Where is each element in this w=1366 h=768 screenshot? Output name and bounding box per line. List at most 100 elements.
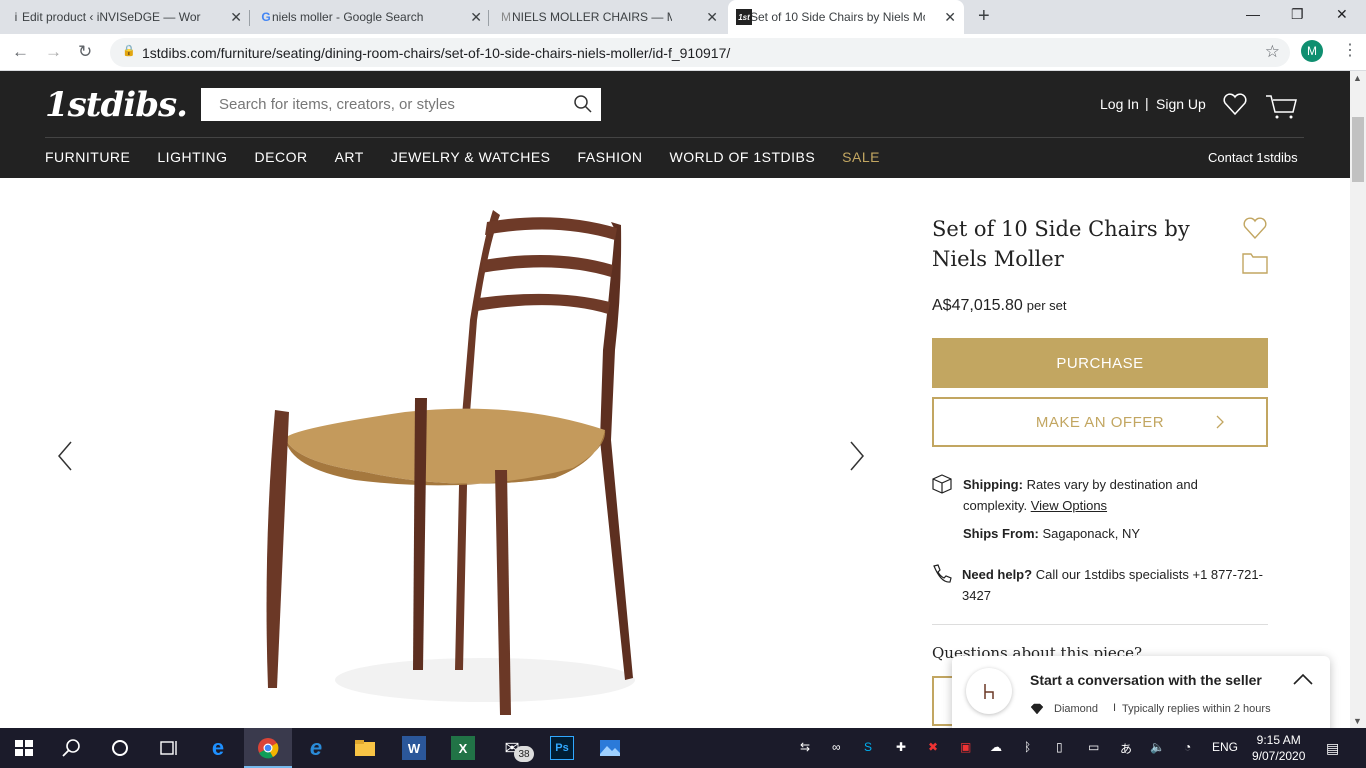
- contact-link[interactable]: Contact 1stdibs: [1208, 150, 1298, 165]
- view-options-link[interactable]: View Options: [1031, 498, 1107, 513]
- nav-fashion[interactable]: FASHION: [578, 149, 643, 169]
- forward-icon[interactable]: →: [45, 42, 62, 62]
- login-link[interactable]: Log In: [1100, 96, 1139, 112]
- nav-world-of-1stdibs[interactable]: WORLD OF 1STDIBS: [669, 149, 815, 169]
- seller-tier: Diamond: [1054, 703, 1099, 715]
- scroll-up-icon[interactable]: ▲: [1353, 73, 1362, 83]
- chrome-icon[interactable]: [256, 736, 280, 760]
- chevron-up-icon[interactable]: [1292, 672, 1314, 686]
- page-scrollbar[interactable]: ▲ ▼: [1350, 71, 1366, 728]
- usb-icon[interactable]: ▯: [1056, 740, 1063, 754]
- favorite-heart-icon[interactable]: [1242, 215, 1268, 241]
- make-offer-button[interactable]: MAKE AN OFFER: [932, 397, 1268, 447]
- back-icon[interactable]: ←: [12, 42, 29, 62]
- tab-title: Set of 10 Side Chairs by Niels Mo: [750, 10, 925, 24]
- tab-separator: [488, 10, 489, 26]
- price-unit: per set: [1026, 298, 1067, 313]
- site-header: 1stdibs. Search for items, creators, or …: [0, 71, 1350, 178]
- nav-art[interactable]: ART: [335, 149, 364, 169]
- nav-decor[interactable]: DECOR: [255, 149, 308, 169]
- input-method-icon[interactable]: あ: [1120, 740, 1132, 757]
- file-explorer-icon[interactable]: [353, 736, 377, 760]
- reload-icon[interactable]: ↻: [78, 42, 92, 62]
- antivirus-shield-icon[interactable]: ✖: [928, 740, 938, 754]
- window-close-icon[interactable]: ✕: [1336, 6, 1348, 23]
- divider: |: [1145, 95, 1149, 111]
- search-icon[interactable]: [573, 94, 593, 114]
- tab-title: Edit product ‹ iNVISeDGE — Wor: [22, 10, 201, 24]
- security-icon[interactable]: ✚: [896, 740, 906, 754]
- new-tab-button[interactable]: +: [978, 5, 990, 28]
- notification-app-icon[interactable]: ▣: [960, 740, 971, 754]
- cortana-icon[interactable]: [108, 736, 132, 760]
- internet-explorer-icon[interactable]: e: [304, 735, 328, 760]
- phone-icon: [933, 564, 952, 583]
- excel-icon[interactable]: X: [451, 736, 475, 760]
- browser-tab[interactable]: M NIELS MOLLER CHAIRS — MATTH ✕: [490, 0, 726, 34]
- browser-tab[interactable]: i Edit product ‹ iNVISeDGE — Wor ✕: [0, 0, 250, 34]
- shipping-info: Shipping: Rates vary by destination and …: [963, 474, 1253, 516]
- wifi-icon[interactable]: ◔: [1184, 740, 1191, 754]
- restore-icon[interactable]: ❐: [1291, 6, 1304, 23]
- nav-furniture[interactable]: FURNITURE: [45, 149, 130, 169]
- profile-avatar[interactable]: M: [1301, 40, 1323, 62]
- windows-start-icon[interactable]: [12, 736, 36, 760]
- seller-chat-widget[interactable]: Start a conversation with the seller Dia…: [952, 656, 1330, 728]
- product-image[interactable]: [255, 200, 645, 720]
- favorites-heart-icon[interactable]: [1222, 91, 1248, 117]
- reply-time: Typically replies within 2 hours: [1122, 703, 1271, 715]
- site-logo[interactable]: 1stdibs.: [45, 85, 188, 125]
- close-icon[interactable]: ✕: [944, 9, 956, 26]
- cart-icon[interactable]: [1265, 92, 1297, 120]
- minimize-icon[interactable]: —: [1246, 6, 1260, 22]
- browser-toolbar: ← → ↻ 🔒 1stdibs.com/furniture/seating/di…: [0, 34, 1366, 71]
- divider: [932, 624, 1268, 625]
- browser-menu-icon[interactable]: ⋮: [1342, 40, 1358, 60]
- seller-avatar: [966, 668, 1012, 714]
- next-image-arrow-icon[interactable]: [847, 440, 867, 472]
- product-page: Set of 10 Side Chairs by Niels Moller A$…: [0, 178, 1350, 728]
- browser-tab[interactable]: G niels moller - Google Search ✕: [250, 0, 490, 34]
- bluetooth-icon[interactable]: ᛒ: [1024, 740, 1031, 754]
- photoshop-icon[interactable]: Ps: [550, 736, 574, 760]
- chat-title[interactable]: Start a conversation with the seller: [1030, 672, 1262, 688]
- photos-icon[interactable]: [598, 736, 622, 760]
- browser-tab-active[interactable]: 1st Set of 10 Side Chairs by Niels Mo ✕: [728, 0, 964, 34]
- word-icon[interactable]: W: [402, 736, 426, 760]
- scroll-down-icon[interactable]: ▼: [1353, 716, 1362, 726]
- header-divider: [45, 137, 1304, 138]
- folder-icon[interactable]: [1242, 252, 1268, 274]
- product-price: A$47,015.80 per set: [932, 297, 1067, 315]
- nav-lighting[interactable]: LIGHTING: [157, 149, 227, 169]
- search-icon[interactable]: [60, 736, 84, 760]
- battery-icon[interactable]: ▭: [1088, 740, 1099, 754]
- nav-sale[interactable]: SALE: [842, 149, 880, 169]
- ships-from-location: Sagaponack, NY: [1042, 526, 1141, 541]
- skype-icon[interactable]: S: [864, 740, 872, 754]
- language-indicator[interactable]: ENG: [1212, 740, 1238, 754]
- url-text[interactable]: 1stdibs.com/furniture/seating/dining-roo…: [142, 45, 730, 61]
- volume-icon[interactable]: 🔈: [1150, 740, 1165, 754]
- search-input[interactable]: Search for items, creators, or styles: [201, 88, 601, 121]
- previous-image-arrow-icon[interactable]: [55, 440, 75, 472]
- signup-link[interactable]: Sign Up: [1156, 96, 1206, 112]
- tab-favicon-icon: M: [501, 10, 511, 24]
- task-view-icon[interactable]: [156, 736, 180, 760]
- teamviewer-icon[interactable]: ⇆: [800, 740, 810, 754]
- edge-icon[interactable]: e: [206, 735, 230, 760]
- action-center-icon[interactable]: ▤: [1326, 740, 1339, 757]
- close-icon[interactable]: ✕: [706, 9, 718, 26]
- separator: I: [1113, 702, 1117, 714]
- purchase-button[interactable]: PURCHASE: [932, 338, 1268, 388]
- onedrive-cloud-icon[interactable]: ☁: [990, 740, 1002, 754]
- address-bar[interactable]: 🔒 1stdibs.com/furniture/seating/dining-r…: [110, 38, 1290, 67]
- tab-favicon-icon: i: [14, 10, 18, 24]
- system-clock[interactable]: 9:15 AM 9/07/2020: [1252, 732, 1305, 764]
- scroll-thumb[interactable]: [1352, 117, 1364, 182]
- link-icon[interactable]: ∞: [832, 740, 841, 754]
- bookmark-star-icon[interactable]: ☆: [1265, 42, 1280, 62]
- close-icon[interactable]: ✕: [230, 9, 242, 26]
- close-icon[interactable]: ✕: [470, 9, 482, 26]
- main-nav: FURNITURE LIGHTING DECOR ART JEWELRY & W…: [45, 149, 907, 169]
- nav-jewelry-watches[interactable]: JEWELRY & WATCHES: [391, 149, 551, 169]
